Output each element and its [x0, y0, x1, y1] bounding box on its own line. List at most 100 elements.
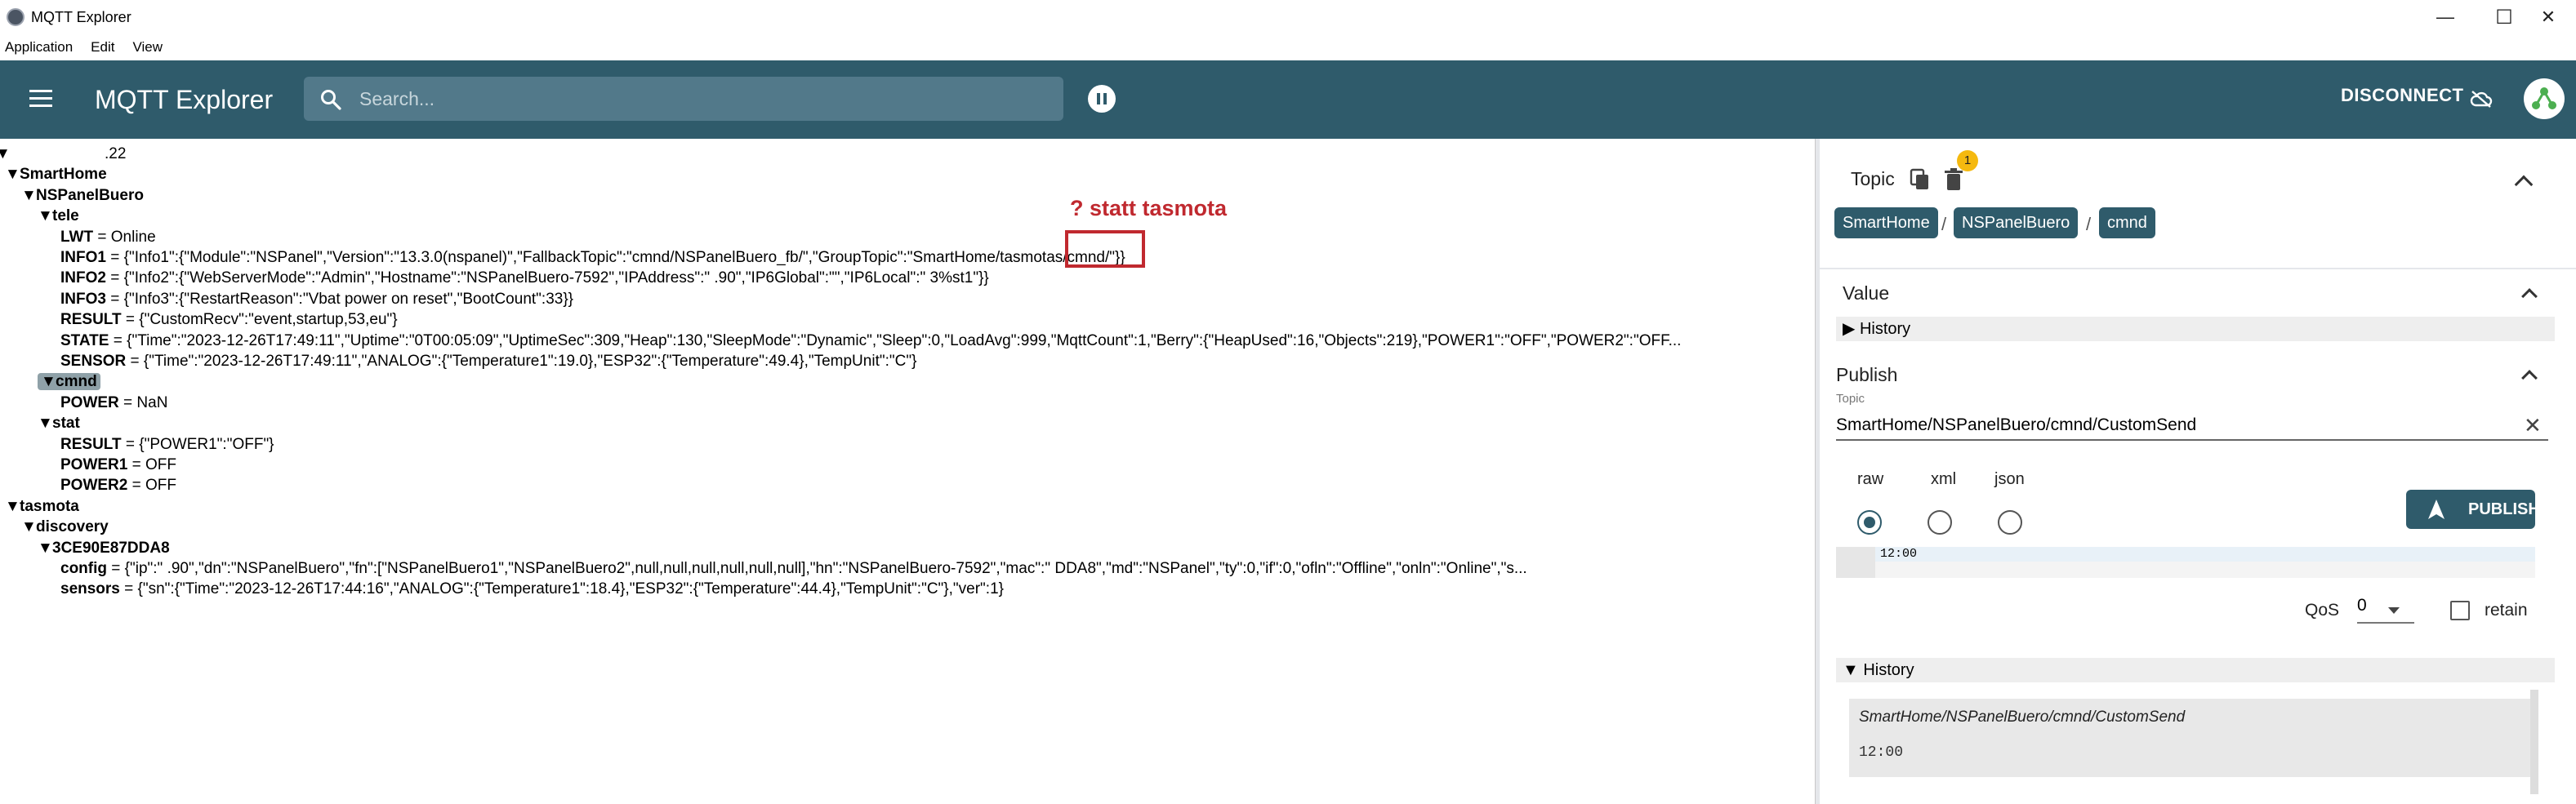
value-section-title: Value	[1843, 282, 1890, 304]
tree-node-key: SENSOR	[60, 353, 127, 370]
breadcrumb-nspanelbuero[interactable]: NSPanelBuero	[1954, 207, 2079, 238]
payload-editor[interactable]: 12:00	[1836, 547, 2535, 578]
tree-node[interactable]: INFO3 = {"Info3":{"RestartReason":"Vbat …	[60, 289, 573, 309]
app-header: MQTT Explorer DISCONNECT	[0, 60, 2576, 139]
minimize-button[interactable]: —	[2416, 0, 2475, 34]
app-title: MQTT Explorer	[95, 85, 274, 114]
tree-node[interactable]: INFO1 = {"Info1":{"Module":"NSPanel","Ve…	[60, 247, 1125, 268]
tree-node[interactable]: ▼NSPanelBuero	[21, 185, 144, 206]
publish-history-toggle[interactable]: ▼ History	[1836, 658, 2555, 682]
retain-label: retain	[2485, 601, 2528, 620]
collapse-value-icon[interactable]	[2521, 288, 2538, 304]
delete-icon[interactable]	[1944, 168, 1963, 191]
window-title: MQTT Explorer	[31, 9, 131, 25]
search-input[interactable]	[359, 83, 1045, 114]
publish-topic-input[interactable]	[1836, 411, 2548, 441]
expand-arrow-icon[interactable]: ▼	[0, 144, 11, 165]
format-json-radio[interactable]	[1998, 510, 2022, 535]
tree-node[interactable]: ▼cmnd	[38, 371, 100, 392]
close-window-button[interactable]: ✕	[2520, 0, 2576, 34]
tree-node[interactable]: sensors = {"sn":{"Time":"2023-12-26T17:4…	[60, 579, 1004, 599]
tree-node-value: = {"POWER1":"OFF"}	[121, 435, 274, 453]
tree-node[interactable]: POWER = NaN	[60, 393, 167, 413]
pause-button[interactable]	[1088, 85, 1116, 113]
tree-node[interactable]: ▼tasmota	[5, 496, 79, 517]
format-xml-radio[interactable]	[1928, 510, 1952, 535]
topic-section-title: Topic	[1851, 168, 1895, 189]
format-raw-label: raw	[1857, 470, 1884, 488]
editor-gutter	[1836, 547, 1875, 578]
collapse-topic-icon[interactable]	[2514, 175, 2534, 194]
expand-arrow-icon[interactable]: ▼	[5, 496, 20, 517]
dropdown-caret-icon[interactable]	[2388, 607, 2400, 614]
tree-node[interactable]: config = {"ip":" .90","dn":"NSPanelBuero…	[60, 558, 1527, 579]
tree-node-value: = {"Info1":{"Module":"NSPanel","Version"…	[105, 249, 1125, 266]
details-panel: Topic 1 SmartHome / NSPanelBuero / cmnd …	[1820, 139, 2576, 804]
divider	[1820, 268, 2576, 269]
tree-node[interactable]: ▼discovery	[21, 517, 109, 537]
collapse-publish-icon[interactable]	[2521, 370, 2538, 386]
tree-node[interactable]: ▼tele	[38, 206, 79, 226]
tree-node[interactable]: ▼ .22	[0, 144, 126, 164]
qos-select[interactable]: 0	[2357, 596, 2414, 624]
format-xml-label: xml	[1931, 470, 1957, 488]
menu-bar: Application Edit View	[0, 34, 2576, 60]
editor-line[interactable]: 12:00	[1875, 547, 2535, 562]
collapse-icon: ▼	[1843, 661, 1859, 679]
breadcrumb-smarthome[interactable]: SmartHome	[1834, 207, 1938, 238]
tree-node[interactable]: ▼stat	[38, 413, 80, 433]
expand-arrow-icon[interactable]: ▼	[38, 538, 53, 559]
send-icon	[2428, 500, 2445, 519]
topic-tree: ▼ .22 ▼SmartHome ▼NSPanelBuero ▼tele LWT = On…	[0, 139, 1813, 804]
copy-icon[interactable]	[1910, 168, 1931, 191]
tree-node-key: POWER2	[60, 477, 128, 495]
qos-label: QoS	[2305, 601, 2340, 620]
tree-node-value: = {"Info2":{"WebServerMode":"Admin","Hos…	[105, 269, 989, 287]
clear-topic-icon[interactable]: ✕	[2524, 413, 2542, 438]
publish-button[interactable]: PUBLISH	[2406, 490, 2540, 529]
menu-edit[interactable]: Edit	[89, 39, 116, 56]
menu-view[interactable]: View	[131, 39, 164, 56]
tree-node-key: INFO3	[60, 290, 106, 308]
disconnect-button[interactable]: DISCONNECT	[2341, 85, 2463, 106]
app-logo-icon	[7, 8, 25, 26]
tree-node-key: RESULT	[60, 435, 122, 453]
value-history-toggle[interactable]: ▶ History	[1836, 317, 2555, 341]
tree-node[interactable]: ▼SmartHome	[5, 164, 107, 184]
publish-button-label: PUBLISH	[2468, 500, 2540, 518]
value-history-label: History	[1859, 320, 1911, 338]
format-raw-radio[interactable]	[1857, 510, 1882, 535]
expand-arrow-icon[interactable]: ▼	[21, 185, 37, 207]
history-item[interactable]: SmartHome/NSPanelBuero/cmnd/CustomSend 1…	[1849, 699, 2530, 777]
tree-node[interactable]: RESULT = {"CustomRecv":"event,startup,53…	[60, 309, 398, 330]
tree-node-key: INFO2	[60, 269, 106, 287]
tree-node-key: 3CE90E87DDA8	[52, 539, 170, 557]
tree-node[interactable]: LWT = Online	[60, 227, 156, 247]
tree-node-key: POWER1	[60, 456, 128, 473]
expand-arrow-icon[interactable]: ▼	[21, 517, 37, 538]
tree-node[interactable]: SENSOR = {"Time":"2023-12-26T17:49:11","…	[60, 351, 916, 371]
tree-node[interactable]: POWER1 = OFF	[60, 455, 176, 475]
history-item-topic: SmartHome/NSPanelBuero/cmnd/CustomSend	[1859, 708, 2186, 726]
tree-node[interactable]: ▼3CE90E87DDA8	[38, 538, 170, 558]
tree-node-value: .22	[105, 145, 127, 162]
breadcrumb-cmnd[interactable]: cmnd	[2099, 207, 2155, 238]
expand-arrow-icon[interactable]: ▼	[5, 164, 20, 185]
tree-node-value: = {"Info3":{"RestartReason":"Vbat power …	[105, 290, 574, 308]
connection-avatar[interactable]	[2524, 78, 2565, 119]
tree-node-key: tasmota	[20, 497, 79, 515]
tree-node[interactable]: RESULT = {"POWER1":"OFF"}	[60, 434, 274, 455]
retain-checkbox[interactable]	[2450, 601, 2470, 620]
tree-node-key: NSPanelBuero	[36, 186, 144, 204]
tree-node[interactable]: INFO2 = {"Info2":{"WebServerMode":"Admin…	[60, 268, 989, 288]
tree-node[interactable]: STATE = {"Time":"2023-12-26T17:49:11","U…	[60, 331, 1681, 351]
menu-icon[interactable]	[29, 90, 52, 109]
tree-node[interactable]: POWER2 = OFF	[60, 475, 176, 495]
expand-arrow-icon[interactable]: ▼	[38, 206, 53, 227]
menu-application[interactable]: Application	[3, 39, 74, 56]
history-scrollbar[interactable]	[2530, 690, 2538, 794]
expand-arrow-icon[interactable]: ▼	[38, 413, 53, 434]
tree-node-key: tele	[52, 207, 79, 225]
cloud-off-icon[interactable]	[2470, 90, 2493, 108]
expand-arrow-icon[interactable]: ▼	[41, 371, 56, 393]
